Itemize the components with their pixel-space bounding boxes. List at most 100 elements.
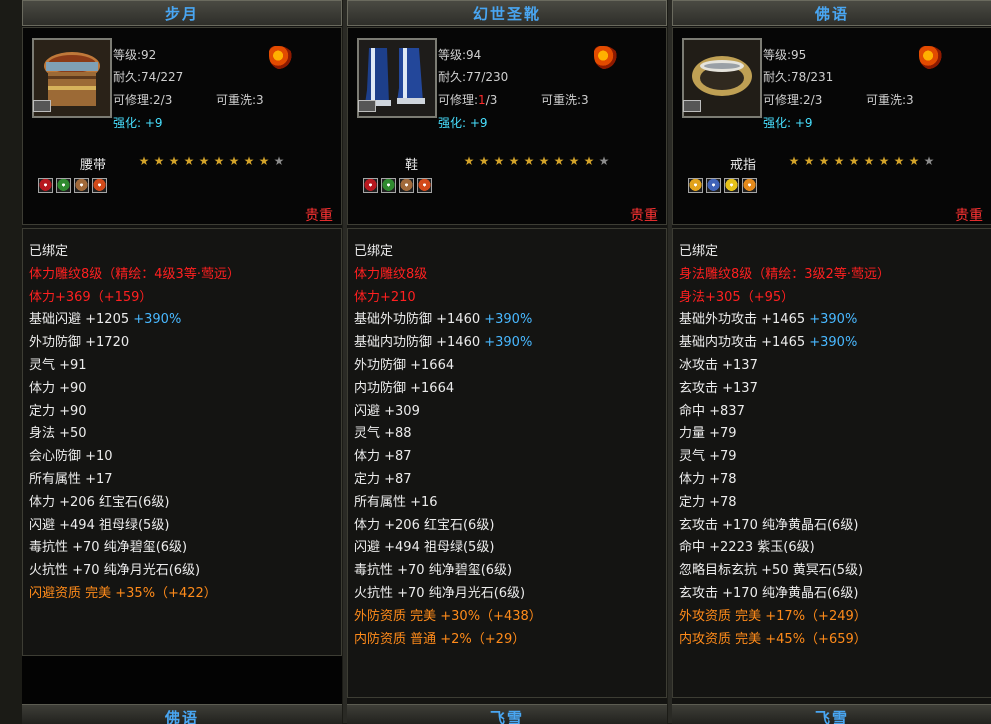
attribute-row: 灵气 +79	[679, 449, 737, 465]
attribute-row: 体力 +90	[29, 380, 87, 396]
attribute-row: 玄攻击 +170 纯净黄晶石(6级)	[679, 517, 859, 533]
gem-socket-icon[interactable]	[92, 178, 107, 193]
item-repairable: 可修理:1/3	[438, 91, 497, 108]
star-filled-icon: ★	[878, 154, 890, 168]
gem-socket-icon[interactable]	[381, 178, 396, 193]
star-filled-icon: ★	[538, 154, 550, 168]
star-filled-icon: ★	[568, 154, 580, 168]
item-durability: 耐久:74/227	[113, 70, 184, 84]
item-slot-type: 戒指	[730, 158, 757, 173]
attribute-row: 体力雕纹8级（精绘：4级3等·莺远）	[29, 266, 240, 282]
attribute-row: 玄攻击 +137	[679, 380, 758, 396]
item-rewashable: 可重洗:3	[541, 93, 589, 107]
item-header-panel: 等级:95 耐久:78/231 可修理:2/3 可重洗:3 强化: +9 戒指 …	[672, 27, 991, 225]
next-item-header[interactable]: 飞雪	[672, 704, 991, 724]
gem-socket-icon[interactable]	[724, 178, 739, 193]
qilin-emblem-icon	[594, 46, 620, 70]
item-rarity: 贵重	[955, 208, 983, 224]
attribute-row: 外功防御 +1720	[29, 335, 130, 351]
star-filled-icon: ★	[583, 154, 595, 168]
gem-socket-icon[interactable]	[399, 178, 414, 193]
next-item-name: 佛语	[164, 709, 199, 724]
attribute-row: 基础外功攻击 +1465 +390%	[679, 312, 858, 328]
item-rewashable: 可重洗:3	[866, 93, 914, 107]
attribute-list: 已绑定 体力雕纹8级（精绘：4级3等·莺远） 体力+369（+159） 基础闪避 +1…	[22, 228, 342, 656]
star-filled-icon: ★	[893, 154, 905, 168]
item-level: 等级:95	[763, 48, 807, 62]
attribute-row: 命中 +2223 紫玉(6级)	[679, 540, 815, 556]
column-divider	[668, 0, 672, 723]
attribute-row: 闪避资质 完美 +35%（+422）	[29, 585, 217, 601]
attribute-row: 定力 +90	[29, 403, 87, 419]
attribute-row: 基础内功攻击 +1465 +390%	[679, 335, 858, 351]
attribute-list: 已绑定 身法雕纹8级（精绘：3级2等·莺远） 身法+305（+95） 基础外功攻击 +…	[672, 228, 991, 698]
attribute-row: 定力 +87	[354, 471, 412, 487]
star-filled-icon: ★	[523, 154, 535, 168]
qilin-emblem-icon	[919, 46, 945, 70]
item-rarity: 贵重	[630, 208, 658, 224]
star-rating: ★ ★ ★ ★ ★ ★ ★ ★ ★ ★	[462, 154, 611, 168]
repairable-max: /3	[485, 93, 498, 107]
attribute-row: 毒抗性 +70 纯净碧玺(6级)	[29, 540, 188, 556]
item-rarity: 贵重	[305, 208, 333, 224]
gem-socket-icon[interactable]	[363, 178, 378, 193]
attribute-row: 基础外功防御 +1460 +390%	[354, 312, 533, 328]
star-empty-icon: ★	[923, 154, 935, 168]
attribute-row: 体力 +206 红宝石(6级)	[29, 494, 170, 510]
item-rewashable: 可重洗:3	[216, 93, 264, 107]
next-item-header[interactable]: 佛语	[22, 704, 342, 724]
attribute-row: 外功防御 +1664	[354, 357, 455, 373]
attribute-row: 灵气 +91	[29, 357, 87, 373]
qilin-emblem-icon	[269, 46, 295, 70]
attribute-list: 已绑定 体力雕纹8级 体力+210 基础外功防御 +1460 +390% 基础内功防御 …	[347, 228, 667, 698]
attribute-row: 所有属性 +16	[354, 494, 438, 510]
star-filled-icon: ★	[168, 154, 180, 168]
empty-panel	[22, 656, 342, 704]
gem-socket-icon[interactable]	[56, 178, 71, 193]
star-filled-icon: ★	[198, 154, 210, 168]
gem-socket-icon[interactable]	[742, 178, 757, 193]
item-durability: 耐久:78/231	[763, 70, 834, 84]
gem-socket-icon[interactable]	[74, 178, 89, 193]
attribute-row: 闪避 +494 祖母绿(5级)	[354, 540, 495, 556]
item-level: 等级:92	[113, 48, 157, 62]
attribute-row: 所有属性 +17	[29, 471, 113, 487]
gem-socket-icon[interactable]	[417, 178, 432, 193]
attribute-row: 力量 +79	[679, 426, 737, 442]
item-card-boots[interactable]: 幻世圣靴 等级:94 耐久:77/230 可修理:1/3 可重洗:3 强化: +…	[347, 0, 667, 724]
next-item-header[interactable]: 飞雪	[347, 704, 667, 724]
star-filled-icon: ★	[803, 154, 815, 168]
attribute-row: 外攻资质 完美 +17%（+249）	[679, 608, 867, 624]
attribute-row: 火抗性 +70 纯净月光石(6级)	[354, 585, 526, 601]
item-slot-type: 鞋	[405, 158, 419, 173]
attribute-row: 体力 +87	[354, 449, 412, 465]
star-empty-icon: ★	[273, 154, 285, 168]
star-filled-icon: ★	[553, 154, 565, 168]
gem-socket-icon[interactable]	[688, 178, 703, 193]
item-repairable: 可修理:2/3	[113, 93, 173, 107]
attribute-row: 体力 +78	[679, 471, 737, 487]
attribute-row: 身法雕纹8级（精绘：3级2等·莺远）	[679, 266, 890, 282]
attribute-row: 灵气 +88	[354, 426, 412, 442]
gem-socket-icon[interactable]	[706, 178, 721, 193]
star-rating: ★ ★ ★ ★ ★ ★ ★ ★ ★ ★	[787, 154, 936, 168]
attribute-row: 身法+305（+95）	[679, 289, 795, 305]
attribute-row: 忽略目标玄抗 +50 黄冥石(5级)	[679, 563, 864, 579]
star-filled-icon: ★	[153, 154, 165, 168]
item-enhance: 强化: +9	[113, 116, 163, 130]
item-card-ring[interactable]: 佛语 等级:95 耐久:78/231 可修理:2/3 可重洗:3 强化: +9 …	[672, 0, 991, 724]
attribute-row: 玄攻击 +170 纯净黄晶石(6级)	[679, 585, 859, 601]
bind-lock-icon	[358, 100, 376, 112]
item-repairable: 可修理:2/3	[763, 93, 823, 107]
attribute-row: 闪避 +309	[354, 403, 420, 419]
item-card-belt[interactable]: 步月 等级:92 耐久:74/227 可修理:2/3 可重洗:3 强化: +9 …	[22, 0, 342, 724]
attribute-row: 冰攻击 +137	[679, 357, 758, 373]
attribute-row: 定力 +78	[679, 494, 737, 510]
attribute-row: 基础内功防御 +1460 +390%	[354, 335, 533, 351]
next-item-name: 飞雪	[489, 709, 524, 724]
attribute-row: 身法 +50	[29, 426, 87, 442]
gem-socket-icon[interactable]	[38, 178, 53, 193]
item-header-panel: 等级:94 耐久:77/230 可修理:1/3 可重洗:3 强化: +9 鞋 ★…	[347, 27, 667, 225]
item-header-panel: 等级:92 耐久:74/227 可修理:2/3 可重洗:3 强化: +9 腰带 …	[22, 27, 342, 225]
attribute-row: 命中 +837	[679, 403, 745, 419]
